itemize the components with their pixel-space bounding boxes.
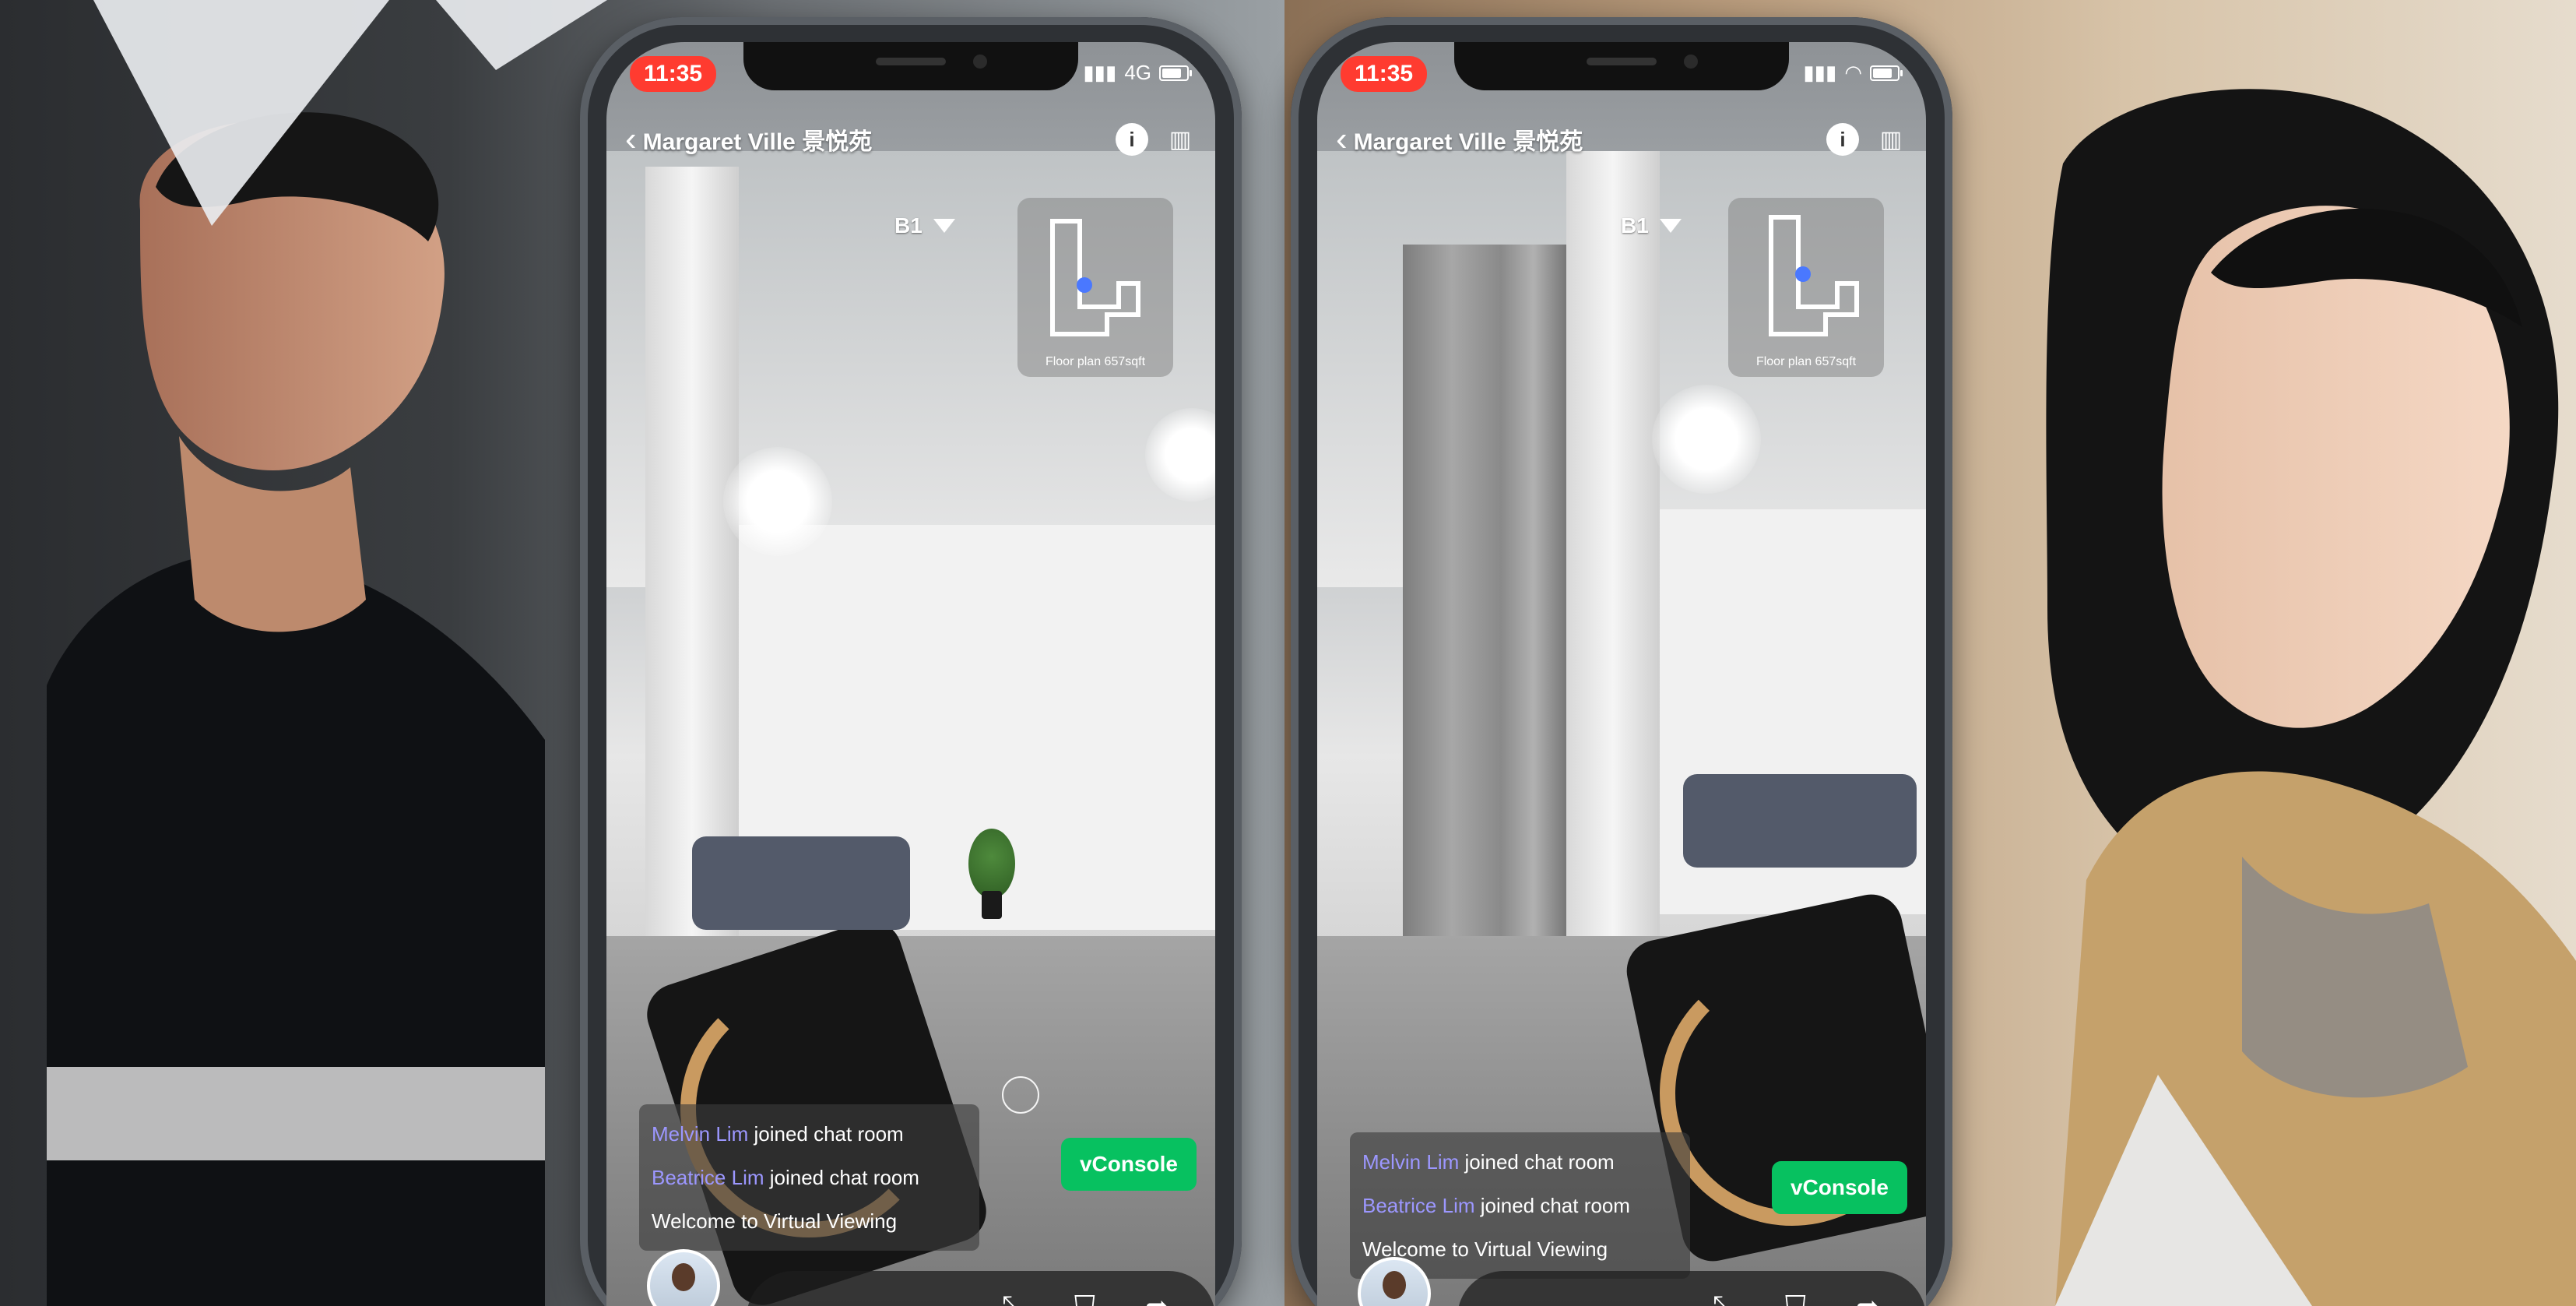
floor-selector[interactable]: B1 <box>894 213 955 238</box>
info-icon[interactable]: i <box>1826 123 1859 156</box>
floor-label: B1 <box>894 213 923 238</box>
battery-icon <box>1870 65 1903 81</box>
page-title: Margaret Ville 景悦苑 <box>1353 129 1583 155</box>
wifi-icon: ◠ <box>1844 61 1862 84</box>
chevron-down-icon <box>1659 219 1682 233</box>
chat-message: Melvin Lim joined chat room <box>1362 1140 1678 1184</box>
title-group: ‹ Margaret Ville 景悦苑 <box>625 122 872 157</box>
chat-user: Melvin Lim <box>652 1122 749 1146</box>
phone-topbar: ‹ Margaret Ville 景悦苑 i ▥ <box>625 112 1197 167</box>
minimap-caption: Floor plan 657sqft <box>1045 355 1146 368</box>
chat-user: Beatrice Lim <box>652 1166 764 1189</box>
chat-user: Beatrice Lim <box>1362 1194 1475 1217</box>
vconsole-button[interactable]: vConsole <box>1771 1161 1907 1214</box>
focus-ring <box>1002 1076 1039 1114</box>
phone-topbar: ‹ Margaret Ville 景悦苑 i ▥ <box>1336 112 1907 167</box>
chevron-left-icon[interactable]: ‹ <box>625 122 637 157</box>
chat-text: joined chat room <box>769 1166 919 1189</box>
chat-message: Melvin Lim joined chat room <box>652 1112 967 1156</box>
phone-speaker <box>876 58 946 65</box>
room-sofa <box>1683 774 1917 868</box>
chat-text: joined chat room <box>1464 1150 1615 1174</box>
floor-plan-icon <box>1050 219 1140 336</box>
pin-icon[interactable]: ⛉ <box>1785 1290 1806 1306</box>
ceiling-light <box>723 447 832 556</box>
phone-camera <box>1684 55 1698 69</box>
info-icon[interactable]: i <box>1116 123 1148 156</box>
phone-notch <box>743 42 1078 90</box>
floor-plan-icon <box>1769 215 1859 336</box>
floor-label: B1 <box>1621 213 1649 238</box>
minimap-caption: Floor plan 657sqft <box>1755 355 1857 368</box>
bottom-toolbar: ⤡ ⛉ ➦ <box>1457 1271 1926 1306</box>
room-sofa <box>692 836 910 930</box>
pin-icon[interactable]: ⛉ <box>1074 1290 1095 1306</box>
signal-icon: ▮▮▮ <box>1803 61 1837 84</box>
chat-message: Beatrice Lim joined chat room <box>652 1156 967 1199</box>
title-group: ‹ Margaret Ville 景悦苑 <box>1336 122 1583 157</box>
chevron-left-icon[interactable]: ‹ <box>1336 122 1348 157</box>
phone-screen: 11:35 ▮▮▮ ◠ ‹ Margaret Ville 景悦苑 i ▥ B1 <box>1317 42 1926 1306</box>
status-time: 11:35 <box>630 56 717 92</box>
phone-right: 11:35 ▮▮▮ ◠ ‹ Margaret Ville 景悦苑 i ▥ B1 <box>1291 17 1952 1306</box>
phone-camera <box>973 55 987 69</box>
network-label: 4G <box>1124 61 1151 84</box>
avatar-head <box>672 1263 695 1291</box>
page-title: Margaret Ville 景悦苑 <box>642 129 873 155</box>
floor-plan-minimap[interactable]: Floor plan 657sqft <box>1017 198 1173 377</box>
signal-icon: ▮▮▮ <box>1083 61 1117 84</box>
bottom-toolbar: ⤡ ⛉ ➦ <box>747 1271 1215 1306</box>
status-time: 11:35 <box>1341 56 1428 92</box>
room-pot <box>982 891 1002 919</box>
room-plant <box>968 829 1015 899</box>
chat-text: Welcome to Virtual Viewing <box>652 1209 898 1233</box>
measure-icon[interactable]: ⤡ <box>1002 1290 1024 1306</box>
share-icon[interactable]: ➦ <box>1856 1290 1879 1306</box>
share-icon[interactable]: ➦ <box>1145 1290 1169 1306</box>
topbar-actions: i ▥ <box>1116 123 1197 156</box>
chat-message: Welcome to Virtual Viewing <box>652 1199 967 1243</box>
map-icon[interactable]: ▥ <box>1164 123 1197 156</box>
topbar-actions: i ▥ <box>1826 123 1907 156</box>
chat-text: joined chat room <box>1480 1194 1630 1217</box>
battery-icon <box>1159 65 1192 81</box>
chat-text: joined chat room <box>754 1122 904 1146</box>
map-icon[interactable]: ▥ <box>1875 123 1907 156</box>
floor-plan-minimap[interactable]: Floor plan 657sqft <box>1728 198 1884 377</box>
phone-left: 11:35 ▮▮▮ 4G ‹ Margaret Ville 景悦苑 i ▥ B1 <box>580 17 1242 1306</box>
floor-selector[interactable]: B1 <box>1621 213 1682 238</box>
person-right <box>2046 89 2576 1306</box>
avatar-head <box>1383 1271 1406 1299</box>
status-icons: ▮▮▮ 4G <box>1083 61 1192 85</box>
vconsole-button[interactable]: vConsole <box>1060 1138 1197 1191</box>
measure-icon[interactable]: ⤡ <box>1713 1290 1735 1306</box>
status-icons: ▮▮▮ ◠ <box>1803 61 1903 85</box>
chat-message: Beatrice Lim joined chat room <box>1362 1184 1678 1227</box>
chat-panel: Melvin Lim joined chat room Beatrice Lim… <box>639 1104 979 1251</box>
chat-user: Melvin Lim <box>1362 1150 1460 1174</box>
phone-notch <box>1454 42 1789 90</box>
phone-screen: 11:35 ▮▮▮ 4G ‹ Margaret Ville 景悦苑 i ▥ B1 <box>606 42 1215 1306</box>
chevron-down-icon <box>933 219 955 233</box>
ceiling-light <box>1652 385 1761 494</box>
video-call-scene: 11:35 ▮▮▮ 4G ‹ Margaret Ville 景悦苑 i ▥ B1 <box>0 0 2576 1306</box>
phone-speaker <box>1587 58 1657 65</box>
person-left <box>47 112 545 1306</box>
